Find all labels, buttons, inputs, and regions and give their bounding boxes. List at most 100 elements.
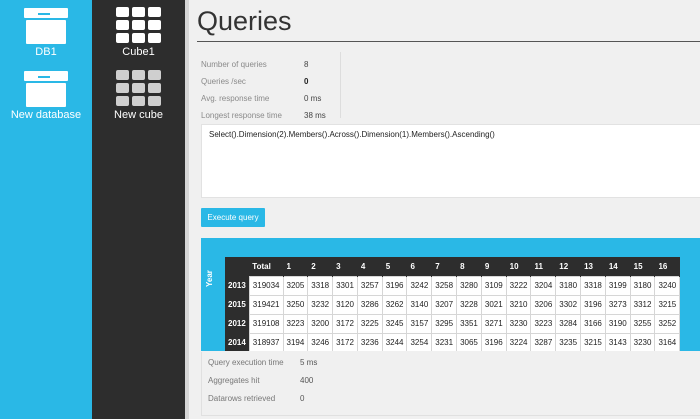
table-cell: 3140: [406, 294, 433, 315]
exec-stat-row: Aggregates hit 400: [202, 370, 700, 388]
sidebar-item-db1[interactable]: DB1: [0, 8, 92, 58]
row-header[interactable]: 2012: [225, 314, 250, 333]
table-cell: 3284: [555, 313, 582, 334]
new-database-button[interactable]: New database: [0, 71, 92, 121]
table-row: 2014 318937 3194 3246 3172 3236 3244 3254 3231 30…: [225, 332, 681, 351]
exec-stat-value: 0: [300, 394, 305, 403]
table-cell: 3180: [555, 275, 582, 296]
sidebar-item-cube1[interactable]: Cube1: [92, 7, 185, 58]
table-cell: 3255: [629, 313, 656, 334]
table-cell: 3245: [381, 313, 408, 334]
title-divider: [197, 41, 700, 42]
table-body: 2013 319034 3205 3318 3301 3257 3196 3242 3258 32…: [225, 275, 681, 351]
table-cell: 3246: [307, 332, 334, 351]
row-dimension-label: Year: [205, 270, 214, 288]
table-cell: 3166: [580, 313, 606, 334]
add-cube-grid-icon: [116, 70, 162, 106]
table-cell: 3223: [530, 313, 557, 334]
main-content: Queries Number of queries 8 Queries /sec…: [185, 0, 700, 419]
database-box-icon: [24, 8, 68, 44]
column-header[interactable]: 12: [555, 257, 582, 276]
sidebar-item-label: Cube1: [122, 46, 155, 58]
stat-value: 38 ms: [304, 111, 326, 120]
sidebar-item-label: New database: [10, 109, 82, 121]
column-header[interactable]: 6: [406, 257, 433, 276]
exec-stat-row: Query execution time 5 ms: [202, 352, 700, 370]
table-cell: 3273: [604, 294, 631, 315]
table-cell: 318937: [248, 332, 284, 351]
table-row: 2012 319108 3223 3200 3172 3225 3245 3157 3295 33…: [225, 313, 681, 334]
exec-stat-label: Query execution time: [208, 358, 284, 367]
column-header[interactable]: 11: [530, 257, 557, 276]
table-cell: 3222: [505, 275, 532, 296]
table-cell: 3206: [530, 294, 557, 315]
table-cell: 3236: [356, 332, 383, 351]
column-header[interactable]: 10: [506, 257, 532, 276]
column-header[interactable]: 16: [654, 257, 681, 276]
table-cell: 3295: [431, 313, 458, 334]
column-header[interactable]: 13: [580, 257, 606, 276]
column-header[interactable]: 2: [307, 257, 334, 276]
table-cell: 3228: [456, 294, 482, 315]
stat-row: Avg. response time 0 ms: [201, 90, 341, 107]
sidebar-item-label: DB1: [35, 46, 57, 58]
exec-stat-label: Datarows retrieved: [208, 394, 276, 403]
column-header[interactable]: 15: [630, 257, 656, 276]
results-table: Total 1 2 3 4 5 6 7 8 9 10 11 12 13 14 15 16 2013 319034 3…: [225, 257, 681, 351]
table-cell: 3225: [356, 313, 383, 334]
table-cell: 3196: [381, 275, 408, 296]
table-cell: 3301: [332, 275, 358, 296]
column-header[interactable]: 5: [382, 257, 408, 276]
table-cell: 3240: [654, 275, 681, 296]
table-cell: 3196: [580, 294, 606, 315]
table-cell: 3287: [530, 332, 557, 351]
column-header[interactable]: 14: [605, 257, 631, 276]
table-cell: 3302: [555, 294, 582, 315]
stat-value: 0 ms: [304, 94, 322, 103]
table-cell: 3242: [406, 275, 433, 296]
exec-stat-value: 5 ms: [300, 358, 318, 367]
column-header[interactable]: Total: [249, 257, 284, 276]
database-sidebar: DB1 New database: [0, 0, 92, 419]
stats-divider: [340, 52, 341, 118]
stat-row: Queries /sec 0: [201, 73, 341, 90]
row-header[interactable]: 2015: [225, 295, 250, 314]
column-header[interactable]: 4: [357, 257, 383, 276]
table-cell: 3164: [654, 332, 681, 351]
table-cell: 3190: [604, 313, 631, 334]
table-cell: 3065: [456, 332, 482, 351]
table-cell: 3109: [480, 275, 507, 296]
cube-sidebar: Cube1 New cube: [92, 0, 185, 419]
table-cell: 3312: [629, 294, 656, 315]
table-cell: 3254: [406, 332, 433, 351]
table-corner-cell: [225, 257, 250, 276]
table-cell: 3244: [381, 332, 408, 351]
new-cube-button[interactable]: New cube: [92, 70, 185, 121]
table-cell: 3207: [431, 294, 458, 315]
sidebar-item-label: New cube: [114, 109, 163, 121]
column-header[interactable]: 8: [456, 257, 482, 276]
table-cell: 3200: [307, 313, 334, 334]
table-cell: 3318: [307, 275, 334, 296]
column-header[interactable]: 3: [332, 257, 358, 276]
table-header-row: Total 1 2 3 4 5 6 7 8 9 10 11 12 13 14 15 16: [225, 257, 681, 276]
results-panel: Year Total 1 2 3 4 5 6 7 8 9 10 11 12 13 14 15 16 2013 31…: [201, 238, 700, 351]
table-cell: 3231: [431, 332, 458, 351]
table-cell: 3157: [406, 313, 433, 334]
table-cell: 3252: [654, 313, 681, 334]
row-header[interactable]: 2014: [225, 333, 250, 351]
table-cell: 3235: [555, 332, 582, 351]
table-row: 2013 319034 3205 3318 3301 3257 3196 3242 3258 32…: [225, 275, 681, 296]
column-header[interactable]: 9: [481, 257, 507, 276]
row-header[interactable]: 2013: [225, 276, 250, 295]
table-cell: 3280: [456, 275, 482, 296]
query-input[interactable]: Select().Dimension(2).Members().Across()…: [201, 124, 700, 198]
exec-stat-row: Datarows retrieved 0: [202, 388, 700, 406]
table-cell: 3257: [356, 275, 383, 296]
stat-label: Queries /sec: [201, 77, 246, 86]
column-header[interactable]: 1: [283, 257, 309, 276]
column-header[interactable]: 7: [431, 257, 458, 276]
table-cell: 3258: [431, 275, 458, 296]
execute-query-button[interactable]: Execute query: [201, 208, 265, 227]
table-cell: 3180: [629, 275, 656, 296]
